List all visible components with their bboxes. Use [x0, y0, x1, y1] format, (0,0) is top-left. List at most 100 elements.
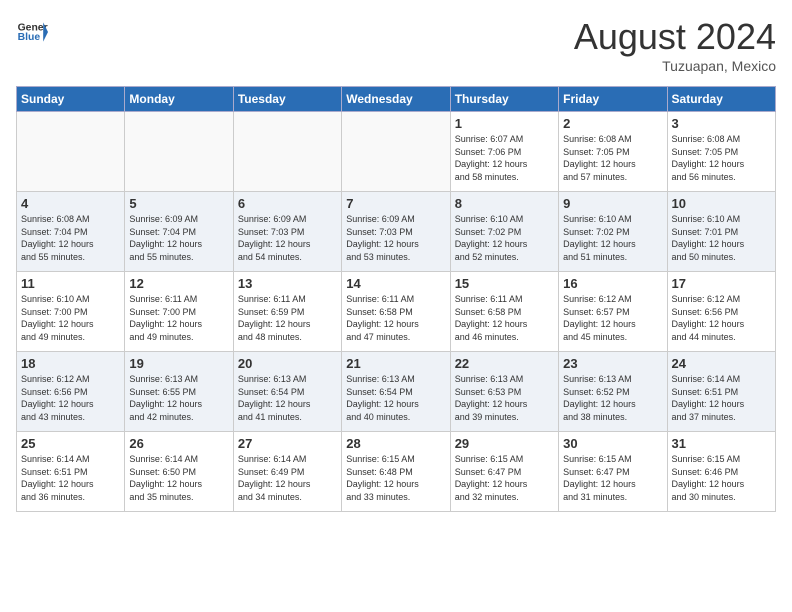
calendar-cell: 9 Sunrise: 6:10 AM Sunset: 7:02 PM Daylig…: [559, 192, 667, 272]
calendar-cell: 16 Sunrise: 6:12 AM Sunset: 6:57 PM Dayli…: [559, 272, 667, 352]
calendar-row: 4Sunrise: 6:08 AM Sunset: 7:04 PM Daylig…: [17, 192, 776, 272]
month-year: August 2024: [574, 16, 776, 58]
day-detail: Sunrise: 6:10 AM Sunset: 7:02 PM Dayligh…: [563, 213, 662, 263]
location: Tuzuapan, Mexico: [574, 58, 776, 74]
calendar-cell: [233, 112, 341, 192]
day-detail: Sunrise: 6:13 AM Sunset: 6:54 PM Dayligh…: [238, 373, 337, 423]
day-detail: Sunrise: 6:10 AM Sunset: 7:01 PM Dayligh…: [672, 213, 771, 263]
calendar-cell: [17, 112, 125, 192]
logo: General Blue: [16, 16, 48, 48]
day-detail: Sunrise: 6:15 AM Sunset: 6:48 PM Dayligh…: [346, 453, 445, 503]
day-detail: Sunrise: 6:12 AM Sunset: 6:56 PM Dayligh…: [672, 293, 771, 343]
calendar-row: 1Sunrise: 6:07 AM Sunset: 7:06 PM Daylig…: [17, 112, 776, 192]
calendar-cell: 11 Sunrise: 6:10 AM Sunset: 7:00 PM Dayli…: [17, 272, 125, 352]
weekday-header: Wednesday: [342, 87, 450, 112]
calendar-row: 11 Sunrise: 6:10 AM Sunset: 7:00 PM Dayli…: [17, 272, 776, 352]
svg-text:Blue: Blue: [18, 32, 41, 43]
day-number: 5: [129, 196, 228, 211]
calendar-cell: 6 Sunrise: 6:09 AM Sunset: 7:03 PM Daylig…: [233, 192, 341, 272]
calendar-cell: 2 Sunrise: 6:08 AM Sunset: 7:05 PM Daylig…: [559, 112, 667, 192]
calendar-cell: 8Sunrise: 6:10 AM Sunset: 7:02 PM Daylig…: [450, 192, 558, 272]
day-number: 24: [672, 356, 771, 371]
day-detail: Sunrise: 6:15 AM Sunset: 6:46 PM Dayligh…: [672, 453, 771, 503]
day-detail: Sunrise: 6:13 AM Sunset: 6:53 PM Dayligh…: [455, 373, 554, 423]
day-number: 19: [129, 356, 228, 371]
day-detail: Sunrise: 6:12 AM Sunset: 6:57 PM Dayligh…: [563, 293, 662, 343]
calendar-row: 25 Sunrise: 6:14 AM Sunset: 6:51 PM Dayli…: [17, 432, 776, 512]
day-number: 16: [563, 276, 662, 291]
day-number: 11: [21, 276, 120, 291]
calendar-cell: 4Sunrise: 6:08 AM Sunset: 7:04 PM Daylig…: [17, 192, 125, 272]
day-number: 31: [672, 436, 771, 451]
day-detail: Sunrise: 6:14 AM Sunset: 6:51 PM Dayligh…: [672, 373, 771, 423]
day-number: 30: [563, 436, 662, 451]
calendar-cell: [342, 112, 450, 192]
day-detail: Sunrise: 6:08 AM Sunset: 7:05 PM Dayligh…: [563, 133, 662, 183]
day-detail: Sunrise: 6:12 AM Sunset: 6:56 PM Dayligh…: [21, 373, 120, 423]
calendar-cell: 15 Sunrise: 6:11 AM Sunset: 6:58 PM Dayli…: [450, 272, 558, 352]
day-number: 17: [672, 276, 771, 291]
day-number: 26: [129, 436, 228, 451]
day-number: 4: [21, 196, 120, 211]
day-detail: Sunrise: 6:11 AM Sunset: 6:58 PM Dayligh…: [346, 293, 445, 343]
day-number: 25: [21, 436, 120, 451]
day-detail: Sunrise: 6:15 AM Sunset: 6:47 PM Dayligh…: [563, 453, 662, 503]
day-number: 7: [346, 196, 445, 211]
day-number: 6: [238, 196, 337, 211]
day-detail: Sunrise: 6:10 AM Sunset: 7:00 PM Dayligh…: [21, 293, 120, 343]
day-detail: Sunrise: 6:11 AM Sunset: 7:00 PM Dayligh…: [129, 293, 228, 343]
calendar-cell: 29 Sunrise: 6:15 AM Sunset: 6:47 PM Dayli…: [450, 432, 558, 512]
day-number: 2: [563, 116, 662, 131]
calendar-cell: 27Sunrise: 6:14 AM Sunset: 6:49 PM Dayli…: [233, 432, 341, 512]
logo-icon: General Blue: [16, 16, 48, 48]
title-block: August 2024 Tuzuapan, Mexico: [574, 16, 776, 74]
day-number: 21: [346, 356, 445, 371]
calendar-cell: 25 Sunrise: 6:14 AM Sunset: 6:51 PM Dayli…: [17, 432, 125, 512]
calendar-header-row: SundayMondayTuesdayWednesdayThursdayFrid…: [17, 87, 776, 112]
calendar-body: 1Sunrise: 6:07 AM Sunset: 7:06 PM Daylig…: [17, 112, 776, 512]
day-number: 23: [563, 356, 662, 371]
day-number: 22: [455, 356, 554, 371]
calendar-cell: 10Sunrise: 6:10 AM Sunset: 7:01 PM Dayli…: [667, 192, 775, 272]
calendar-cell: 7 Sunrise: 6:09 AM Sunset: 7:03 PM Daylig…: [342, 192, 450, 272]
day-number: 13: [238, 276, 337, 291]
day-number: 18: [21, 356, 120, 371]
weekday-header: Friday: [559, 87, 667, 112]
day-number: 12: [129, 276, 228, 291]
day-number: 29: [455, 436, 554, 451]
calendar-cell: 28 Sunrise: 6:15 AM Sunset: 6:48 PM Dayli…: [342, 432, 450, 512]
weekday-header: Sunday: [17, 87, 125, 112]
day-detail: Sunrise: 6:14 AM Sunset: 6:51 PM Dayligh…: [21, 453, 120, 503]
calendar-table: SundayMondayTuesdayWednesdayThursdayFrid…: [16, 86, 776, 512]
calendar-cell: 20Sunrise: 6:13 AM Sunset: 6:54 PM Dayli…: [233, 352, 341, 432]
calendar-cell: 26 Sunrise: 6:14 AM Sunset: 6:50 PM Dayli…: [125, 432, 233, 512]
day-number: 8: [455, 196, 554, 211]
day-number: 28: [346, 436, 445, 451]
page-header: General Blue August 2024 Tuzuapan, Mexic…: [16, 16, 776, 74]
day-detail: Sunrise: 6:07 AM Sunset: 7:06 PM Dayligh…: [455, 133, 554, 183]
weekday-header: Thursday: [450, 87, 558, 112]
calendar-cell: 5Sunrise: 6:09 AM Sunset: 7:04 PM Daylig…: [125, 192, 233, 272]
day-detail: Sunrise: 6:11 AM Sunset: 6:59 PM Dayligh…: [238, 293, 337, 343]
calendar-cell: 19 Sunrise: 6:13 AM Sunset: 6:55 PM Dayli…: [125, 352, 233, 432]
day-number: 14: [346, 276, 445, 291]
day-number: 15: [455, 276, 554, 291]
day-detail: Sunrise: 6:14 AM Sunset: 6:50 PM Dayligh…: [129, 453, 228, 503]
day-number: 3: [672, 116, 771, 131]
day-detail: Sunrise: 6:08 AM Sunset: 7:05 PM Dayligh…: [672, 133, 771, 183]
calendar-cell: 14 Sunrise: 6:11 AM Sunset: 6:58 PM Dayli…: [342, 272, 450, 352]
day-number: 9: [563, 196, 662, 211]
calendar-cell: 30 Sunrise: 6:15 AM Sunset: 6:47 PM Dayli…: [559, 432, 667, 512]
calendar-cell: 1Sunrise: 6:07 AM Sunset: 7:06 PM Daylig…: [450, 112, 558, 192]
calendar-cell: 3 Sunrise: 6:08 AM Sunset: 7:05 PM Daylig…: [667, 112, 775, 192]
calendar-cell: 23 Sunrise: 6:13 AM Sunset: 6:52 PM Dayli…: [559, 352, 667, 432]
calendar-cell: [125, 112, 233, 192]
day-detail: Sunrise: 6:13 AM Sunset: 6:52 PM Dayligh…: [563, 373, 662, 423]
day-detail: Sunrise: 6:11 AM Sunset: 6:58 PM Dayligh…: [455, 293, 554, 343]
calendar-cell: 12 Sunrise: 6:11 AM Sunset: 7:00 PM Dayli…: [125, 272, 233, 352]
day-detail: Sunrise: 6:09 AM Sunset: 7:03 PM Dayligh…: [238, 213, 337, 263]
day-detail: Sunrise: 6:13 AM Sunset: 6:55 PM Dayligh…: [129, 373, 228, 423]
weekday-header: Tuesday: [233, 87, 341, 112]
day-detail: Sunrise: 6:15 AM Sunset: 6:47 PM Dayligh…: [455, 453, 554, 503]
day-detail: Sunrise: 6:09 AM Sunset: 7:03 PM Dayligh…: [346, 213, 445, 263]
